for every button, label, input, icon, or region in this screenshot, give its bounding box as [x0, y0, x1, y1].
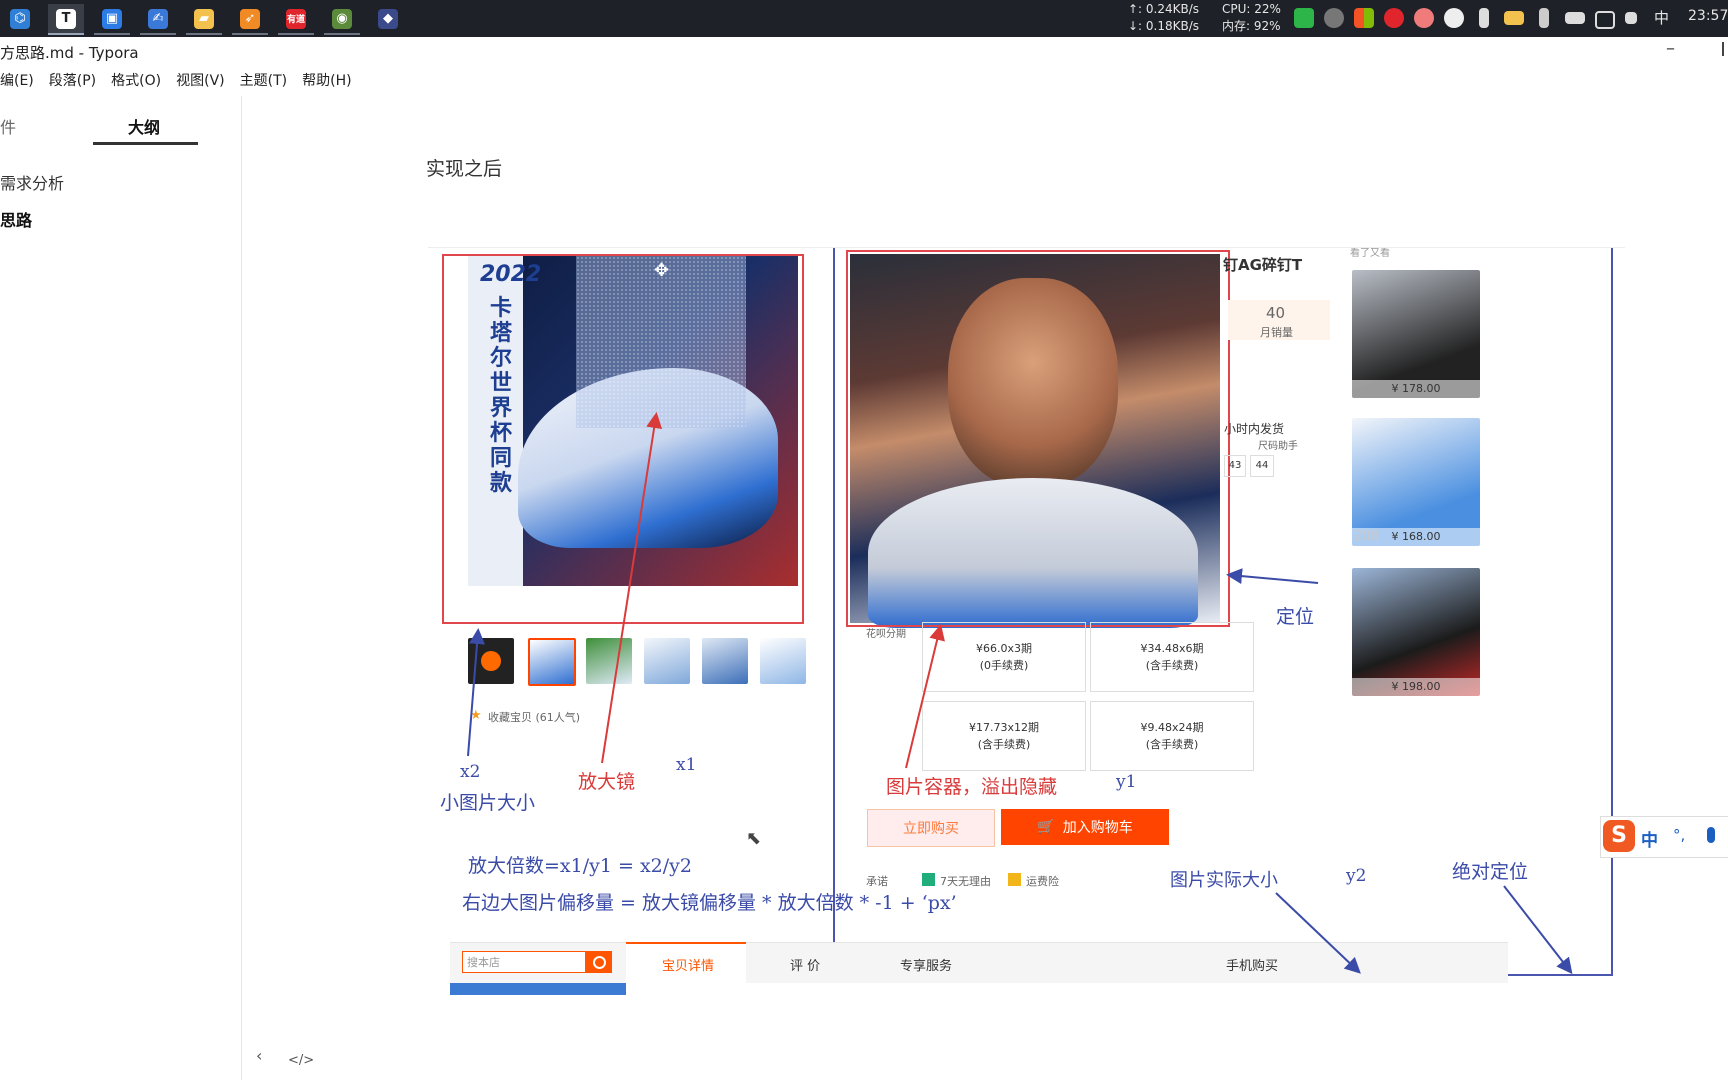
annotation-actual-size: 图片实际大小	[1170, 870, 1278, 891]
taskbar-file-explorer-icon[interactable]: ▰	[186, 4, 222, 35]
tab-files[interactable]: 件	[0, 114, 16, 138]
maximize-button[interactable]	[1722, 42, 1728, 56]
source-mode-icon[interactable]: </>	[288, 1053, 314, 1068]
position-arrow	[1226, 568, 1319, 585]
wechat-icon[interactable]	[1294, 8, 1314, 28]
outline-item-requirements[interactable]: 需求分析	[0, 170, 64, 194]
window-title: 方思路.md - Typora	[0, 44, 139, 62]
actual-size-arrow	[1275, 892, 1361, 974]
system-taskbar: ⌬ T ▣ ✍ ▰ ➶ 有道 ◉ ◆ ↑: 0.24KB/s ↓: 0.18KB/s CPU: …	[0, 0, 1728, 37]
audio-wave-icon[interactable]	[1444, 8, 1464, 28]
network-speed: ↑: 0.24KB/s ↓: 0.18KB/s	[1128, 1, 1199, 35]
punctuation-toggle[interactable]: °,	[1673, 826, 1685, 844]
voice-input-icon[interactable]	[1707, 827, 1715, 843]
net-upload: ↑: 0.24KB/s	[1128, 2, 1200, 16]
net-download: ↓: 0.18KB/s	[1128, 19, 1200, 33]
container-arrow	[905, 624, 945, 769]
annotation-y1: y1	[1116, 772, 1137, 792]
ime-toolbar: S 中 °,	[1600, 816, 1728, 858]
outline-item-approach[interactable]: 思路	[0, 207, 32, 231]
netease-music-icon[interactable]	[1384, 8, 1404, 28]
annotation-x2: x2	[460, 762, 481, 782]
taskbar-app-6-icon[interactable]: ➶	[232, 4, 268, 35]
file-explorer-icon: ▰	[194, 8, 214, 29]
annotation-y2: y2	[1346, 866, 1367, 886]
battery-icon[interactable]	[1565, 12, 1585, 24]
network-icon[interactable]	[1595, 11, 1615, 29]
vscode-icon: ⌬	[10, 8, 30, 29]
app-3-icon: ▣	[102, 8, 122, 29]
ime-indicator[interactable]: 中	[1654, 7, 1669, 28]
folder-icon[interactable]	[1504, 11, 1524, 25]
sogou-logo-icon[interactable]: S	[1603, 820, 1635, 852]
annotation-arrows	[467, 412, 1573, 975]
taskbar-app-3-icon[interactable]: ▣	[94, 4, 130, 35]
absolute-arrow	[1503, 885, 1573, 975]
menu-view[interactable]: 视图(V)	[176, 70, 225, 92]
magnifier-arrow	[601, 412, 663, 764]
app-4-icon: ✍	[148, 8, 168, 29]
annotation-offset-formula: 右边大图片偏移量 = 放大镜偏移量 * 放大倍数 * -1 + ‘px’	[462, 892, 957, 914]
minimize-button[interactable]: –	[1666, 38, 1675, 59]
sidebar: 件 大纲 需求分析 思路	[0, 96, 242, 1080]
memory-usage: 内存: 92%	[1222, 19, 1281, 33]
menu-theme[interactable]: 主题(T)	[240, 70, 287, 92]
taskbar-app-4-icon[interactable]: ✍	[140, 4, 176, 35]
annotation-small-size: 小图片大小	[440, 792, 536, 814]
menu-format[interactable]: 格式(O)	[111, 70, 161, 92]
ime-mode-toggle[interactable]: 中	[1641, 826, 1658, 851]
menu-bar: 编(E) 段落(P) 格式(O) 视图(V) 主题(T) 帮助(H)	[0, 70, 367, 92]
taskbar-chrome-icon[interactable]: ◉	[324, 4, 360, 35]
taskbar-youdao-icon[interactable]: 有道	[278, 4, 314, 35]
annotation-x1: x1	[676, 755, 697, 775]
mouse-cursor-icon: ⬉	[746, 828, 762, 849]
tab-outline[interactable]: 大纲	[128, 114, 160, 138]
taskbar-vscode-icon[interactable]: ⌬	[2, 4, 38, 33]
microphone-icon[interactable]	[1479, 8, 1489, 28]
annotation-absolute: 绝对定位	[1452, 861, 1529, 883]
annotation-position: 定位	[1276, 606, 1315, 628]
taskbar-app-9-icon[interactable]: ◆	[370, 4, 406, 33]
flower-icon[interactable]	[1414, 8, 1434, 28]
annotation-container: 图片容器，溢出隐藏	[886, 776, 1058, 798]
usb-icon[interactable]	[1539, 8, 1549, 28]
windows-icon[interactable]	[1354, 8, 1374, 28]
collapse-sidebar-icon[interactable]: ‹	[256, 1046, 262, 1065]
menu-edit[interactable]: 编(E)	[0, 70, 34, 92]
embedded-screenshot: 2022 卡塔尔世界杯同款 ✥ ★ 收藏宝贝 (61人气) 钉AG碎钉T 40 …	[428, 247, 1625, 998]
typora-icon: T	[56, 8, 76, 29]
x2-arrow	[467, 628, 486, 757]
volume-icon[interactable]	[1625, 12, 1637, 24]
cpu-usage: CPU: 22%	[1222, 2, 1281, 16]
system-monitor: CPU: 22% 内存: 92%	[1222, 1, 1281, 35]
menu-paragraph[interactable]: 段落(P)	[49, 70, 96, 92]
annotation-magnifier: 放大镜	[578, 771, 636, 793]
annotation-ratio-formula: 放大倍数=x1/y1 = x2/y2	[468, 855, 692, 877]
chrome-icon: ◉	[332, 8, 352, 29]
menu-help[interactable]: 帮助(H)	[302, 70, 351, 92]
app-6-icon: ➶	[240, 8, 260, 29]
active-tab-underline	[93, 142, 198, 145]
document-heading: 实现之后	[426, 158, 503, 180]
clock[interactable]: 23:57	[1688, 8, 1728, 24]
youdao-icon: 有道	[286, 8, 306, 29]
taskbar-typora-icon[interactable]: T	[48, 4, 84, 35]
tray-app-icon[interactable]	[1324, 8, 1344, 28]
app-9-icon: ◆	[378, 8, 398, 29]
